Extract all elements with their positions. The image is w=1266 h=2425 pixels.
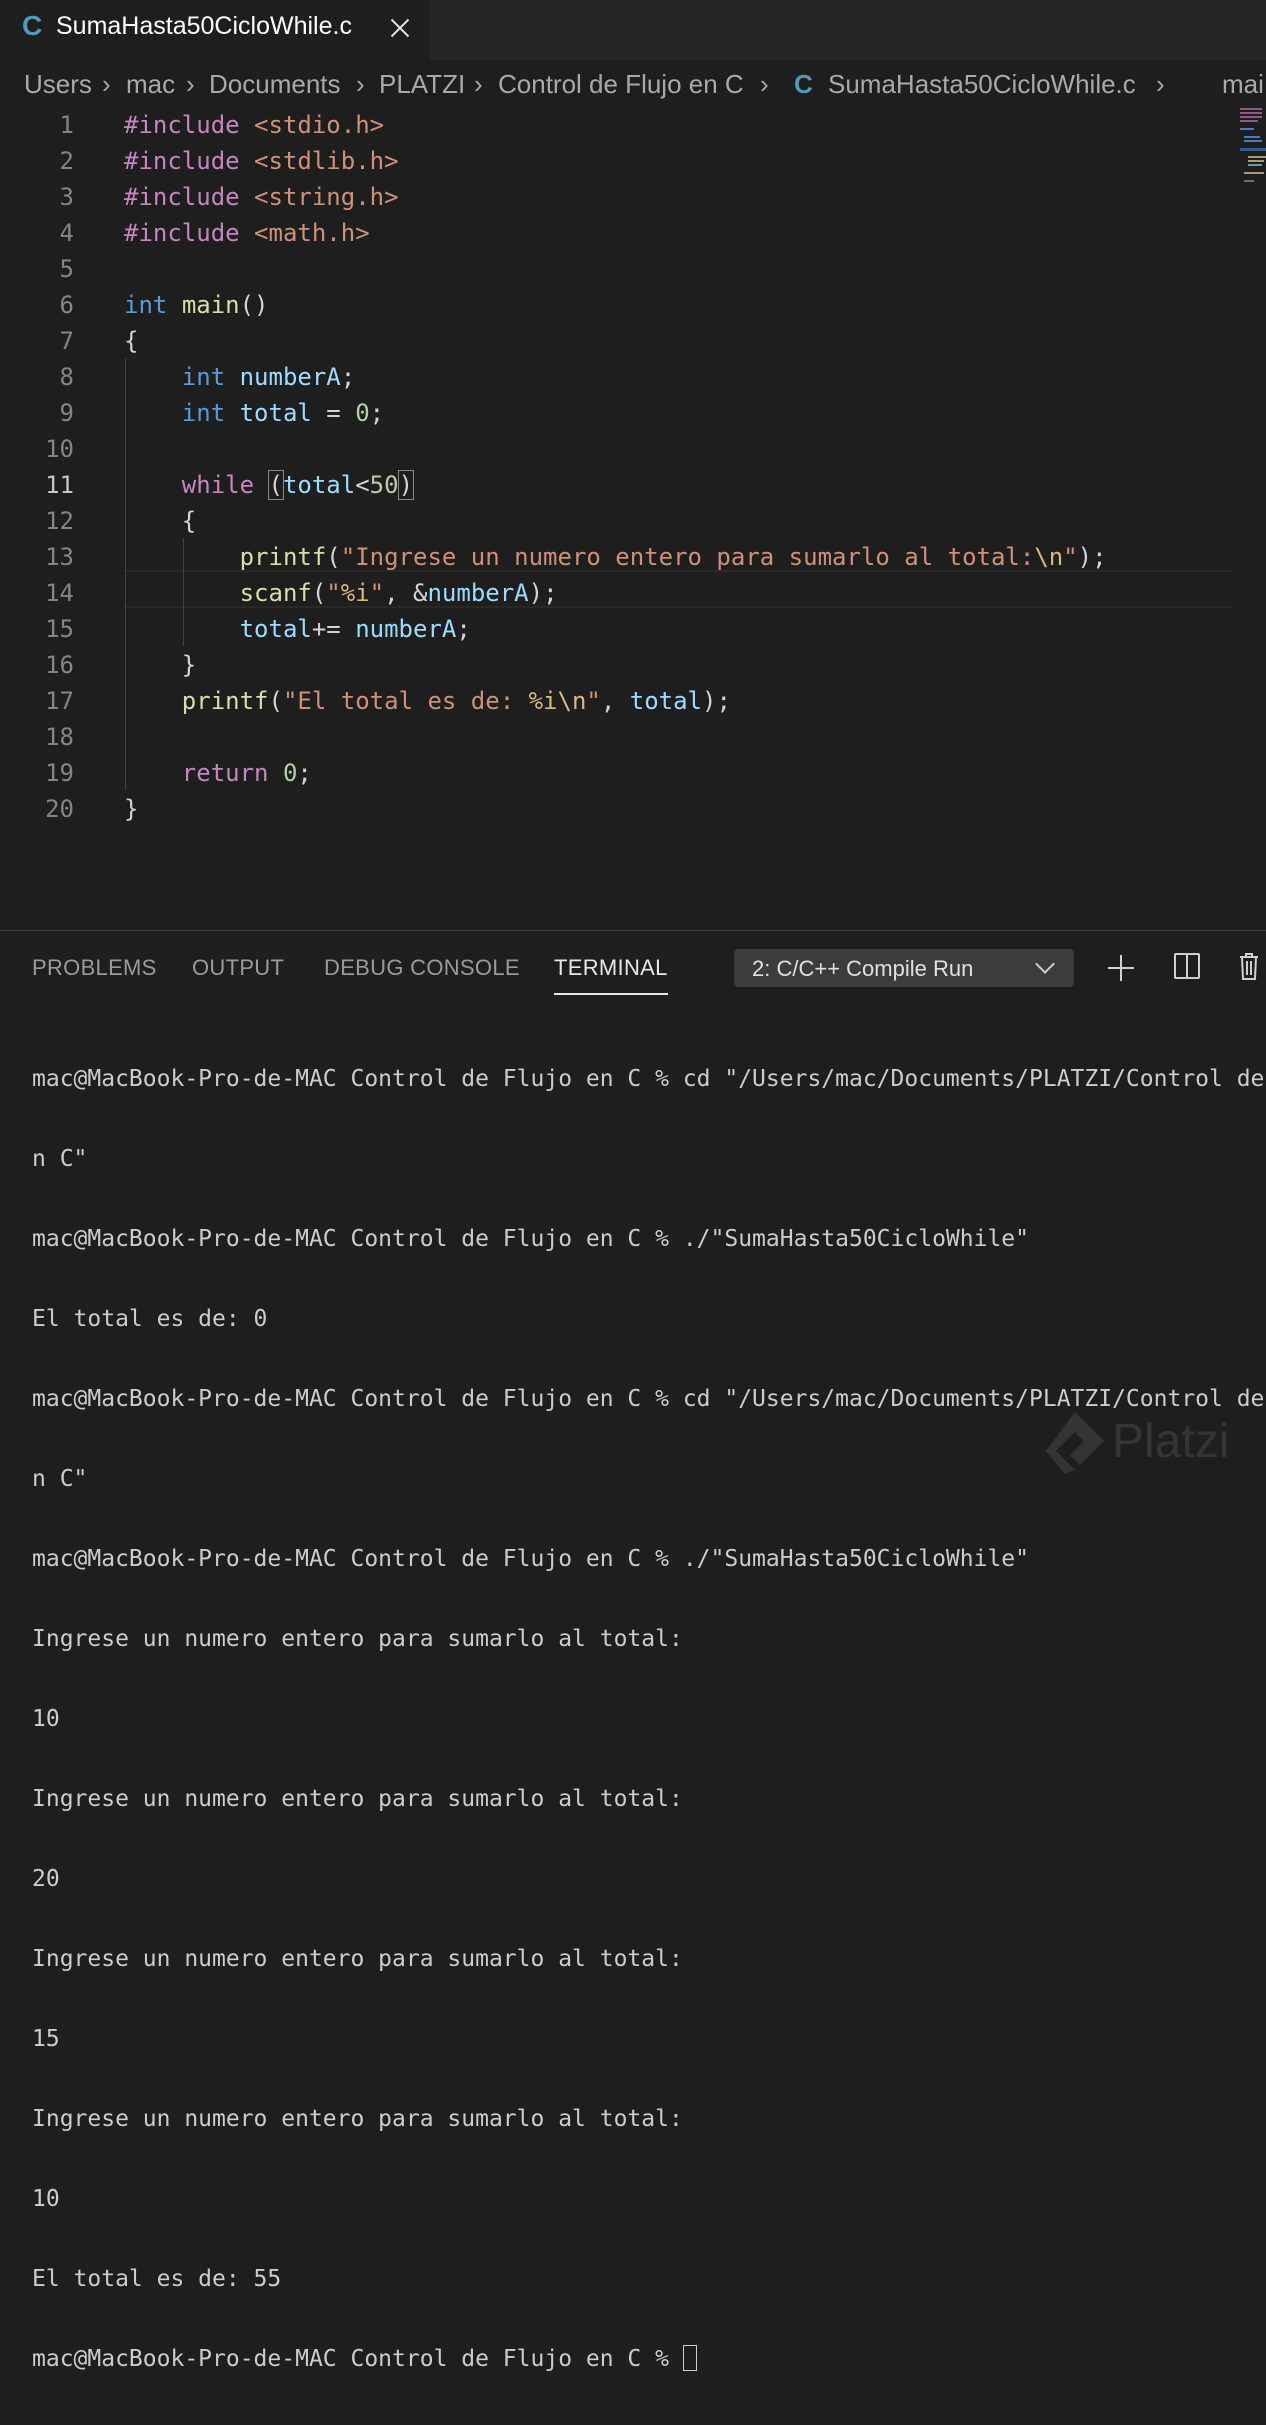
new-terminal-plus-icon[interactable] [1106, 953, 1136, 983]
line-number: 3 [59, 183, 74, 211]
terminal-line: mac@MacBook-Pro-de-MAC Control de Flujo … [32, 1066, 1266, 1092]
editor-tab-bar: C SumaHasta50CicloWhile.c [0, 0, 1266, 60]
code-line: return 0; [181, 759, 312, 787]
line-number: 20 [45, 795, 74, 823]
line-number: 6 [59, 291, 74, 319]
code-line: #include <math.h> [124, 219, 370, 247]
terminal-cursor [682, 2345, 697, 2371]
line-number: 4 [59, 219, 74, 247]
breadcrumb-item-symbol[interactable]: mai [1222, 69, 1264, 100]
terminal-line: 15 [32, 2026, 60, 2052]
code-line: #include <string.h> [124, 183, 399, 211]
code-line: total+= numberA; [239, 615, 471, 643]
line-number: 10 [45, 435, 74, 463]
tab-problems[interactable]: PROBLEMS [32, 955, 157, 981]
terminal-line: Ingrese un numero entero para sumarlo al… [32, 2106, 683, 2132]
terminal-select[interactable]: 2: C/C++ Compile Run [734, 949, 1074, 987]
line-number: 8 [59, 363, 74, 391]
breadcrumb-item-documents[interactable]: Documents [209, 69, 341, 100]
platzi-watermark: Platzi [1040, 1408, 1266, 1478]
line-number: 18 [45, 723, 74, 751]
line-number: 14 [45, 579, 74, 607]
terminal-line: mac@MacBook-Pro-de-MAC Control de Flujo … [32, 1226, 1029, 1252]
terminal-select-value: 2: C/C++ Compile Run [752, 956, 974, 981]
terminal-line: Ingrese un numero entero para sumarlo al… [32, 1626, 683, 1652]
terminal-prompt-line: mac@MacBook-Pro-de-MAC Control de Flujo … [32, 2345, 1266, 2373]
line-number: 19 [45, 759, 74, 787]
chevron-right-icon: › [474, 69, 483, 99]
close-icon[interactable] [388, 16, 412, 40]
tab-label: SumaHasta50CicloWhile.c [56, 12, 352, 40]
code-line: #include <stdlib.h> [124, 147, 399, 175]
terminal-line: n C" [32, 1146, 88, 1172]
c-file-icon: C [794, 69, 813, 99]
terminal-line: 10 [32, 1706, 60, 1732]
code-line: int numberA; [181, 363, 356, 391]
breadcrumb-item-folder[interactable]: Control de Flujo en C [498, 69, 744, 100]
terminal-line: Ingrese un numero entero para sumarlo al… [32, 1786, 683, 1812]
code-line-active: while (total<50) [181, 470, 415, 500]
chevron-right-icon: › [102, 69, 111, 99]
code-line: scanf("%i", &numberA); [239, 579, 558, 607]
chevron-right-icon: › [760, 69, 769, 99]
code-line: { [124, 327, 139, 355]
terminal-line: Ingrese un numero entero para sumarlo al… [32, 1946, 683, 1972]
line-number: 16 [45, 651, 74, 679]
watermark-text: Platzi [1112, 1415, 1230, 1468]
trash-icon[interactable] [1238, 951, 1260, 981]
terminal-line: El total es de: 0 [32, 1306, 268, 1332]
breadcrumb-item-mac[interactable]: mac [126, 69, 175, 100]
terminal-output[interactable]: mac@MacBook-Pro-de-MAC Control de Flujo … [32, 1013, 1266, 2425]
code-line: printf("El total es de: %i\n", total); [181, 687, 731, 715]
line-number-active: 11 [45, 471, 74, 499]
line-number: 12 [45, 507, 74, 535]
minimap[interactable] [1238, 106, 1266, 190]
code-line: } [181, 651, 197, 679]
tab-terminal[interactable]: TERMINAL [554, 955, 668, 995]
tab-debug-console[interactable]: DEBUG CONSOLE [324, 955, 520, 981]
editor-tab-active[interactable]: C SumaHasta50CicloWhile.c [0, 0, 430, 60]
line-number: 13 [45, 543, 74, 571]
chevron-right-icon: › [356, 69, 365, 99]
chevron-right-icon: › [186, 69, 195, 99]
chevron-down-icon [1035, 954, 1055, 974]
line-number: 5 [59, 255, 74, 283]
line-number: 7 [59, 327, 74, 355]
code-line: { [181, 507, 197, 535]
line-number: 2 [59, 147, 74, 175]
breadcrumb-item-users[interactable]: Users [24, 69, 92, 100]
terminal-line: 20 [32, 1866, 60, 1892]
breadcrumb-item-file[interactable]: SumaHasta50CicloWhile.c [828, 69, 1136, 100]
line-number: 1 [59, 111, 74, 139]
line-number: 15 [45, 615, 74, 643]
code-line: printf("Ingrese un numero entero para su… [239, 543, 1107, 571]
code-line: #include <stdio.h> [124, 111, 385, 139]
split-terminal-icon[interactable] [1174, 953, 1200, 979]
c-file-icon: C [22, 10, 43, 41]
terminal-prompt: mac@MacBook-Pro-de-MAC Control de Flujo … [32, 2346, 683, 2372]
platzi-logo-icon [1046, 1412, 1104, 1474]
chevron-right-icon: › [1156, 69, 1165, 99]
line-number: 9 [59, 399, 74, 427]
terminal-line: 10 [32, 2186, 60, 2212]
terminal-line: El total es de: 55 [32, 2266, 282, 2292]
code-line: } [124, 795, 139, 823]
breadcrumb-item-platzi[interactable]: PLATZI [379, 69, 465, 100]
terminal-line: mac@MacBook-Pro-de-MAC Control de Flujo … [32, 1546, 1029, 1572]
tab-output[interactable]: OUTPUT [192, 955, 284, 981]
breadcrumb: Users › mac › Documents › PLATZI › Contr… [0, 60, 1266, 110]
code-editor[interactable]: 1 2 3 4 5 6 7 8 9 10 11 12 13 14 15 16 1… [0, 106, 1266, 928]
code-line: int main() [124, 291, 269, 319]
line-number: 17 [45, 687, 74, 715]
code-line: int total = 0; [181, 399, 385, 427]
